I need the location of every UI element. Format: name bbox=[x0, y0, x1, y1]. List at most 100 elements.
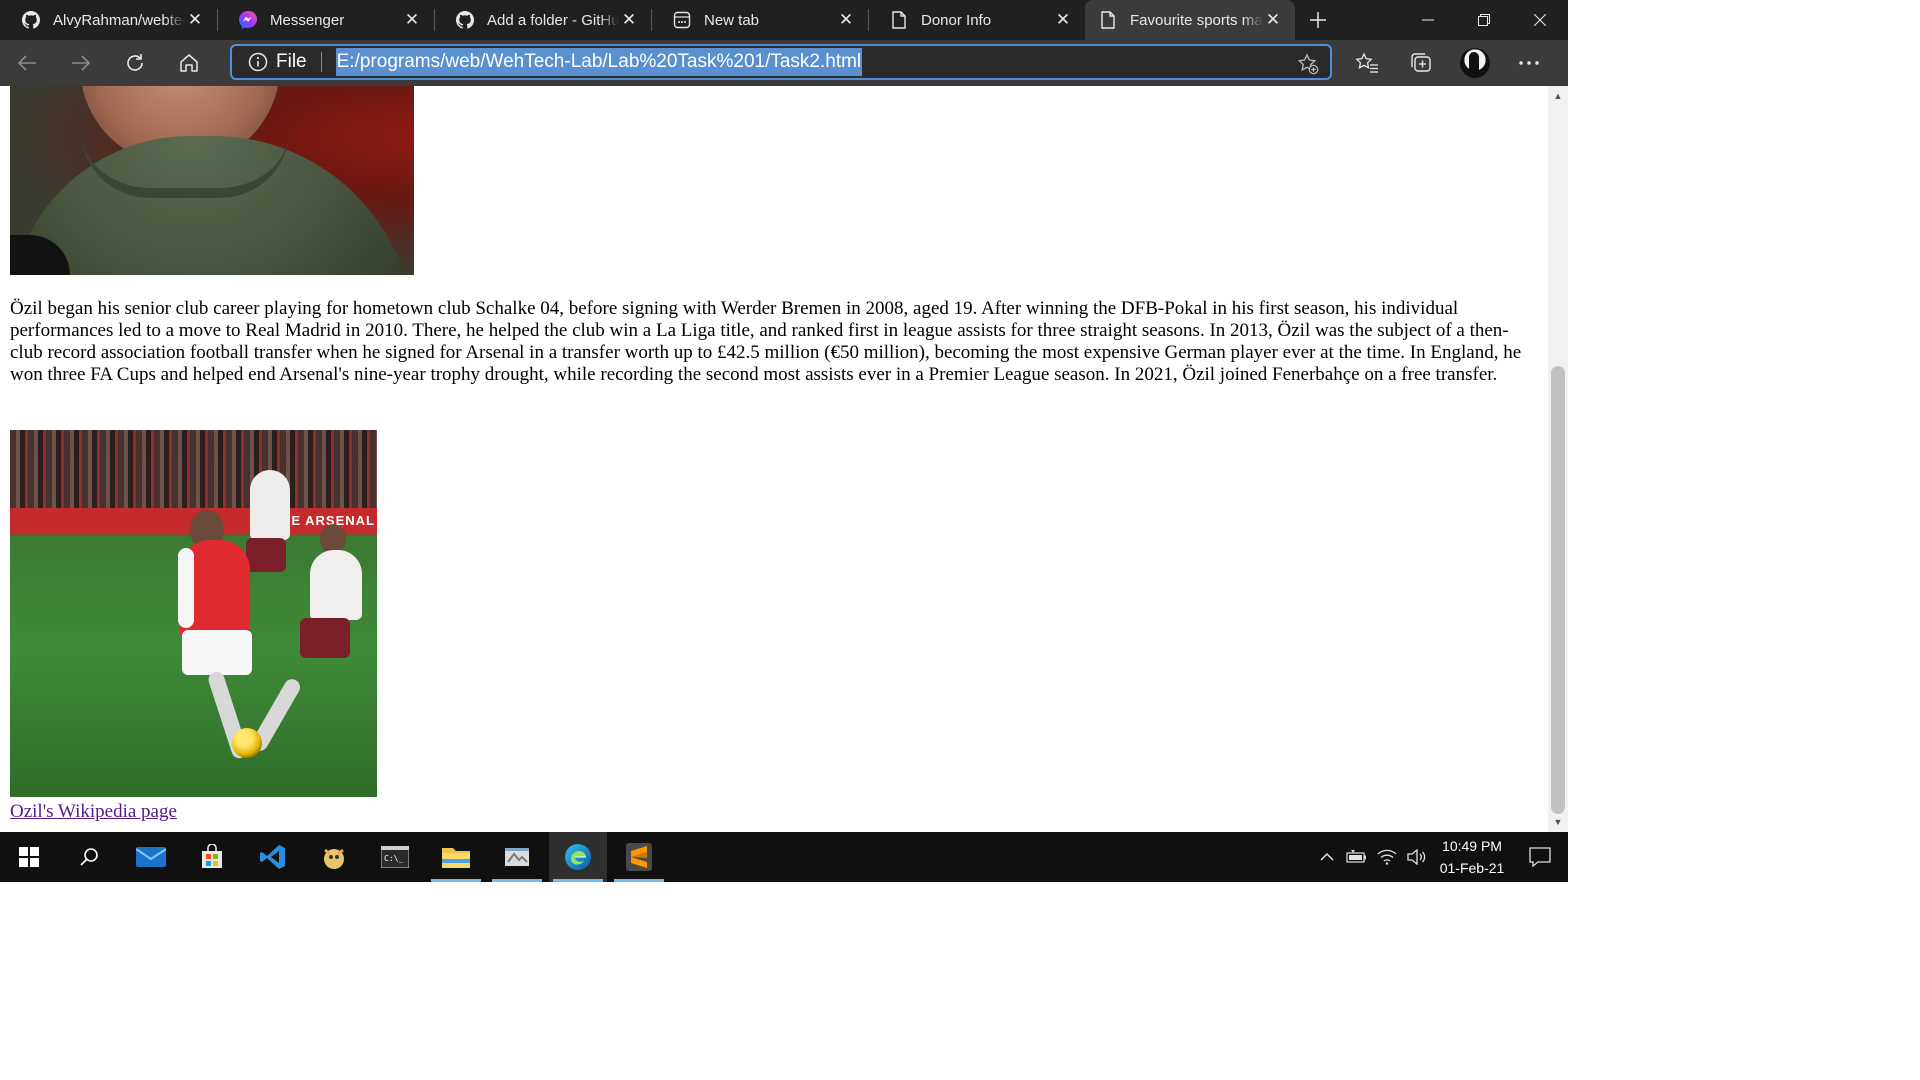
browser-toolbar: File E:/programs/web/WehTech-Lab/Lab%20T… bbox=[0, 40, 1568, 86]
tab-github-add-folder[interactable]: Add a folder - GitHub ✕ bbox=[434, 0, 651, 40]
toolbar-right bbox=[1340, 40, 1556, 86]
running-indicator bbox=[614, 879, 664, 882]
snipping-icon bbox=[505, 848, 529, 866]
tab-github-webtech[interactable]: AlvyRahman/webtech ✕ bbox=[0, 0, 217, 40]
file-explorer-app[interactable] bbox=[427, 832, 485, 882]
football bbox=[232, 728, 262, 758]
taskbar-clock[interactable]: 10:49 PM 01-Feb-21 bbox=[1432, 835, 1512, 879]
store-icon bbox=[202, 844, 222, 868]
avatar bbox=[1460, 48, 1490, 78]
tab-new-tab[interactable]: New tab ✕ bbox=[651, 0, 868, 40]
notification-center-button[interactable] bbox=[1512, 832, 1568, 882]
close-window-button[interactable] bbox=[1512, 0, 1568, 40]
genshin-icon bbox=[324, 848, 344, 869]
close-tab-icon[interactable]: ✕ bbox=[402, 10, 422, 30]
tab-label: Favourite sports man bbox=[1130, 11, 1263, 29]
window-controls bbox=[1400, 0, 1568, 40]
info-icon[interactable] bbox=[248, 52, 268, 72]
new-tab-icon bbox=[673, 11, 691, 29]
scroll-up-arrow-icon[interactable]: ▲ bbox=[1548, 88, 1568, 104]
scroll-down-arrow-icon[interactable]: ▼ bbox=[1548, 814, 1568, 830]
page-icon bbox=[1099, 11, 1117, 29]
back-arrow-icon bbox=[17, 55, 36, 71]
refresh-button[interactable] bbox=[108, 40, 162, 86]
restore-button[interactable] bbox=[1456, 0, 1512, 40]
close-tab-icon[interactable]: ✕ bbox=[836, 10, 856, 30]
address-bar[interactable]: File E:/programs/web/WehTech-Lab/Lab%20T… bbox=[230, 44, 1332, 80]
player-2 bbox=[310, 550, 362, 620]
tab-messenger[interactable]: Messenger ✕ bbox=[217, 0, 434, 40]
restore-icon bbox=[1478, 14, 1490, 26]
favorites-button[interactable] bbox=[1340, 40, 1394, 86]
snipping-app[interactable] bbox=[488, 832, 546, 882]
add-favorite-icon[interactable] bbox=[1296, 52, 1320, 76]
tab-label: AlvyRahman/webtech bbox=[53, 11, 185, 29]
volume-button[interactable] bbox=[1402, 832, 1432, 882]
url-text[interactable]: E:/programs/web/WehTech-Lab/Lab%20Task%2… bbox=[335, 48, 863, 76]
player-3 bbox=[250, 470, 290, 540]
speaker-icon bbox=[1407, 849, 1426, 865]
genshin-app[interactable] bbox=[305, 832, 363, 882]
taskbar: C:\_ 10:49 PM 01-Feb-21 bbox=[0, 832, 1568, 882]
new-tab-button[interactable] bbox=[1295, 0, 1341, 40]
messenger-icon bbox=[239, 11, 257, 29]
refresh-icon bbox=[127, 54, 143, 71]
close-tab-icon[interactable]: ✕ bbox=[619, 10, 639, 30]
terminal-icon: C:\_ bbox=[381, 846, 409, 868]
close-tab-icon[interactable]: ✕ bbox=[1263, 10, 1283, 30]
plus-icon bbox=[1310, 12, 1326, 28]
clock-date: 01-Feb-21 bbox=[1439, 860, 1505, 876]
search-icon bbox=[80, 848, 98, 866]
player-2-shorts bbox=[300, 618, 350, 658]
system-tray: 10:49 PM 01-Feb-21 bbox=[1312, 832, 1568, 882]
tab-favourite-sports-man[interactable]: Favourite sports man ✕ bbox=[1085, 0, 1295, 40]
github-icon bbox=[456, 11, 474, 29]
mail-app[interactable] bbox=[122, 832, 180, 882]
battery-icon bbox=[1346, 850, 1366, 863]
vertical-scrollbar[interactable]: ▲ ▼ bbox=[1548, 86, 1568, 832]
battery-button[interactable] bbox=[1342, 832, 1372, 882]
wifi-icon bbox=[1377, 849, 1397, 865]
page-viewport: Özil began his senior club career playin… bbox=[0, 86, 1548, 832]
collections-button[interactable] bbox=[1394, 40, 1448, 86]
tab-label: Add a folder - GitHub bbox=[487, 11, 619, 29]
edge-app[interactable] bbox=[549, 832, 607, 882]
terminal-app[interactable]: C:\_ bbox=[366, 832, 424, 882]
store-app[interactable] bbox=[183, 832, 241, 882]
tab-label: Donor Info bbox=[921, 11, 992, 29]
crowd bbox=[10, 430, 377, 510]
minimize-button[interactable] bbox=[1400, 0, 1456, 40]
player-3-shorts bbox=[246, 538, 286, 572]
wifi-button[interactable] bbox=[1372, 832, 1402, 882]
settings-more-button[interactable] bbox=[1502, 40, 1556, 86]
search-button[interactable] bbox=[60, 832, 118, 882]
file-explorer-icon bbox=[442, 848, 470, 868]
sublime-app[interactable] bbox=[610, 832, 668, 882]
running-indicator bbox=[553, 879, 603, 882]
home-icon bbox=[180, 54, 198, 72]
tab-label: Messenger bbox=[270, 11, 345, 29]
show-hidden-icons-button[interactable] bbox=[1312, 832, 1342, 882]
edge-icon bbox=[565, 844, 591, 870]
wikipedia-link[interactable]: Ozil's Wikipedia page bbox=[10, 801, 177, 823]
close-tab-icon[interactable]: ✕ bbox=[185, 10, 205, 30]
mail-icon bbox=[136, 847, 166, 867]
forward-arrow-icon bbox=[72, 55, 91, 71]
collections-icon bbox=[1411, 53, 1431, 72]
ozil-match-image: HE ARSENAL bbox=[10, 430, 377, 797]
career-paragraph: Özil began his senior club career playin… bbox=[10, 298, 1522, 385]
vscode-icon bbox=[260, 845, 285, 869]
tab-donor-info[interactable]: Donor Info ✕ bbox=[868, 0, 1085, 40]
scheme-label: File bbox=[276, 51, 307, 72]
forward-button[interactable] bbox=[54, 40, 108, 86]
close-icon bbox=[1534, 14, 1546, 26]
vscode-app[interactable] bbox=[244, 832, 302, 882]
home-button[interactable] bbox=[162, 40, 216, 86]
svg-text:C:\_: C:\_ bbox=[384, 854, 403, 863]
start-button[interactable] bbox=[0, 832, 58, 882]
profile-button[interactable] bbox=[1448, 40, 1502, 86]
back-button[interactable] bbox=[0, 40, 54, 86]
close-tab-icon[interactable]: ✕ bbox=[1053, 10, 1073, 30]
scrollbar-thumb[interactable] bbox=[1551, 366, 1565, 814]
clock-time: 10:49 PM bbox=[1442, 838, 1502, 854]
